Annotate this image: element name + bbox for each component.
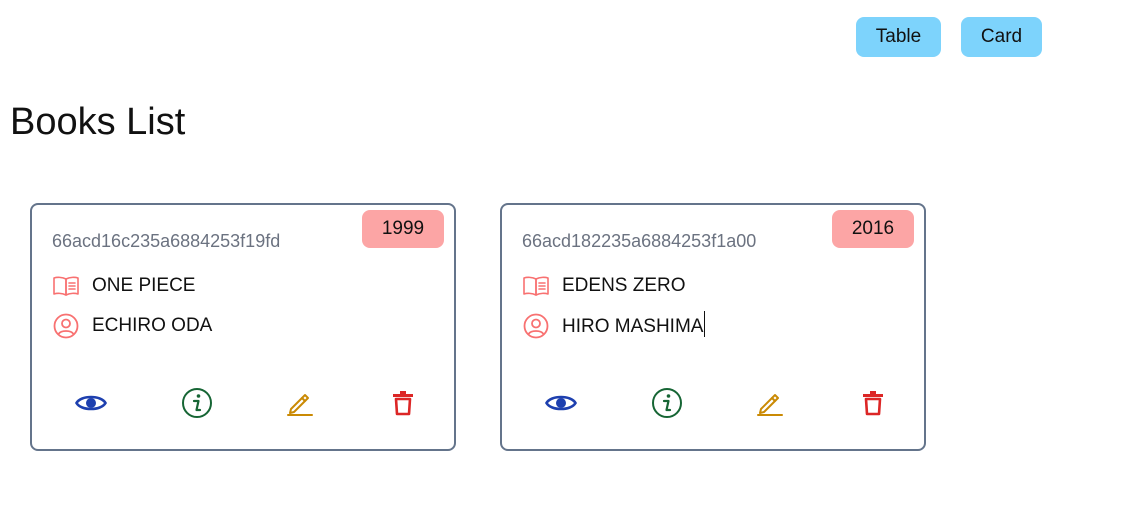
book-id: 66acd182235a6884253f1a00 — [522, 231, 757, 251]
user-circle-icon — [52, 312, 80, 340]
page-title: Books List — [10, 101, 186, 143]
info-circle-icon — [651, 387, 683, 424]
book-author-row: HIRO MASHIMA — [522, 312, 705, 340]
year-badge: 1999 — [362, 210, 444, 248]
book-card: 2016 66acd182235a6884253f1a00 EDENS ZERO — [500, 203, 926, 451]
pencil-icon — [756, 389, 784, 422]
view-button[interactable] — [71, 385, 111, 425]
info-circle-icon — [181, 387, 213, 424]
book-author: ECHIRO ODA — [92, 315, 213, 336]
edit-button[interactable] — [750, 385, 790, 425]
delete-button[interactable] — [383, 385, 423, 425]
delete-button[interactable] — [853, 385, 893, 425]
book-open-icon — [52, 272, 80, 300]
book-title: ONE PIECE — [92, 275, 196, 296]
trash-icon — [862, 390, 884, 421]
eye-icon — [545, 392, 577, 419]
pencil-icon — [286, 389, 314, 422]
info-button[interactable] — [647, 385, 687, 425]
card-actions — [32, 385, 454, 425]
book-id: 66acd16c235a6884253f19fd — [52, 231, 281, 251]
book-title-row: ONE PIECE — [52, 272, 195, 300]
view-button[interactable] — [541, 385, 581, 425]
book-author: HIRO MASHIMA — [562, 311, 705, 341]
card-actions — [502, 385, 924, 425]
year-badge: 2016 — [832, 210, 914, 248]
book-author-row: ECHIRO ODA — [52, 312, 212, 340]
book-open-icon — [522, 272, 550, 300]
edit-button[interactable] — [280, 385, 320, 425]
eye-icon — [75, 392, 107, 419]
user-circle-icon — [522, 312, 550, 340]
card-view-button[interactable]: Card — [961, 17, 1042, 57]
book-title: EDENS ZERO — [562, 275, 686, 296]
trash-icon — [392, 390, 414, 421]
info-button[interactable] — [177, 385, 217, 425]
book-title-row: EDENS ZERO — [522, 272, 686, 300]
book-card: 1999 66acd16c235a6884253f19fd ONE PIECE — [30, 203, 456, 451]
page: Table Card Books List 1999 66acd16c235a6… — [0, 0, 1143, 528]
table-view-button[interactable]: Table — [856, 17, 941, 57]
